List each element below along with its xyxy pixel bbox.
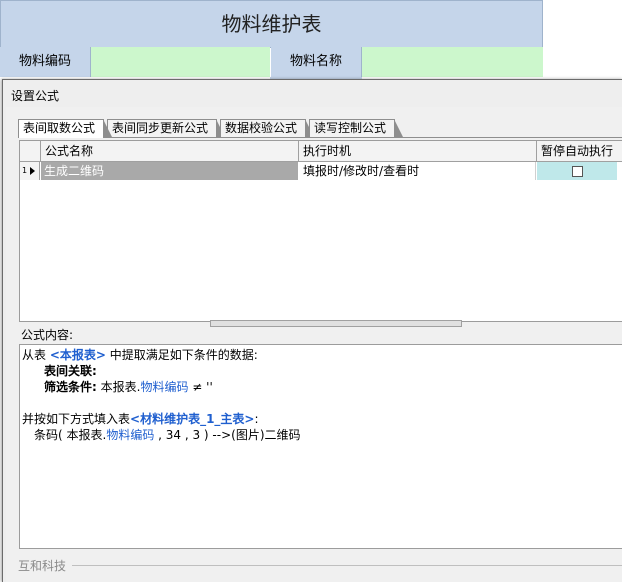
table-row[interactable]: 1 生成二维码 填报时/修改时/查看时 — [20, 162, 622, 180]
source-table-link[interactable]: <本报表> — [50, 348, 106, 362]
content-line-5: 并按如下方式填入表<材料维护表_1_主表>: — [22, 412, 259, 426]
target-table-link[interactable]: <材料维护表_1_主表> — [130, 412, 254, 426]
label-material-name: 物料名称 — [271, 47, 362, 77]
content-line-blank — [22, 395, 622, 411]
sheet-title: 物料维护表 — [0, 0, 543, 48]
dialog-title: 设置公式 — [11, 89, 60, 103]
col-exec-time[interactable]: 执行时机 — [299, 141, 537, 161]
cell-pause-auto — [537, 162, 617, 180]
splitter-handle[interactable] — [210, 320, 462, 327]
content-line-3: 筛选条件: 本报表.物料编码 ≠ '' — [44, 380, 213, 394]
material-name-input[interactable] — [362, 47, 543, 77]
field-link[interactable]: 物料编码 — [140, 380, 188, 394]
col-formula-name[interactable]: 公式名称 — [41, 141, 299, 161]
formula-dialog: 设置公式 表间取数公式 表间同步更新公式 数据校验公式 读写控制公式 公式名称 … — [2, 79, 622, 582]
content-line-2: 表间关联: — [44, 364, 97, 378]
field-link[interactable]: 物料编码 — [106, 428, 154, 442]
content-line-1: 从表 <本报表> 中提取满足如下条件的数据: — [22, 348, 258, 362]
content-line-6: 条码( 本报表.物料编码 , 34 , 3 ) -->(图片)二维码 — [34, 428, 301, 442]
tab-read-write-control[interactable]: 读写控制公式 — [309, 119, 403, 137]
tab-table-fetch[interactable]: 表间取数公式 — [18, 119, 112, 138]
row-selector-icon — [30, 167, 35, 175]
material-code-input[interactable] — [91, 47, 270, 77]
pause-checkbox[interactable] — [572, 166, 583, 177]
dialog-body: 表间取数公式 表间同步更新公式 数据校验公式 读写控制公式 公式名称 执行时机 … — [6, 107, 622, 582]
footer-brand: 互和科技 — [18, 559, 67, 573]
col-pause-auto[interactable]: 暂停自动执行 — [537, 141, 617, 161]
formula-grid: 公式名称 执行时机 暂停自动执行 1 生成二维码 填报时/修改时/查看时 — [19, 140, 622, 322]
grid-corner — [20, 141, 41, 161]
tab-table-sync[interactable]: 表间同步更新公式 — [107, 119, 225, 137]
tab-baseline — [18, 137, 622, 138]
formula-content[interactable]: 从表 <本报表> 中提取满足如下条件的数据: 表间关联: 筛选条件: 本报表.物… — [19, 344, 622, 549]
footer-divider — [72, 565, 622, 566]
label-material-code: 物料编码 — [0, 47, 91, 77]
cell-exec-time[interactable]: 填报时/修改时/查看时 — [299, 162, 536, 180]
content-label: 公式内容: — [21, 328, 74, 342]
cell-formula-name[interactable]: 生成二维码 — [41, 162, 298, 180]
grid-header: 公式名称 执行时机 暂停自动执行 — [20, 141, 622, 162]
tab-data-validation[interactable]: 数据校验公式 — [220, 119, 314, 137]
